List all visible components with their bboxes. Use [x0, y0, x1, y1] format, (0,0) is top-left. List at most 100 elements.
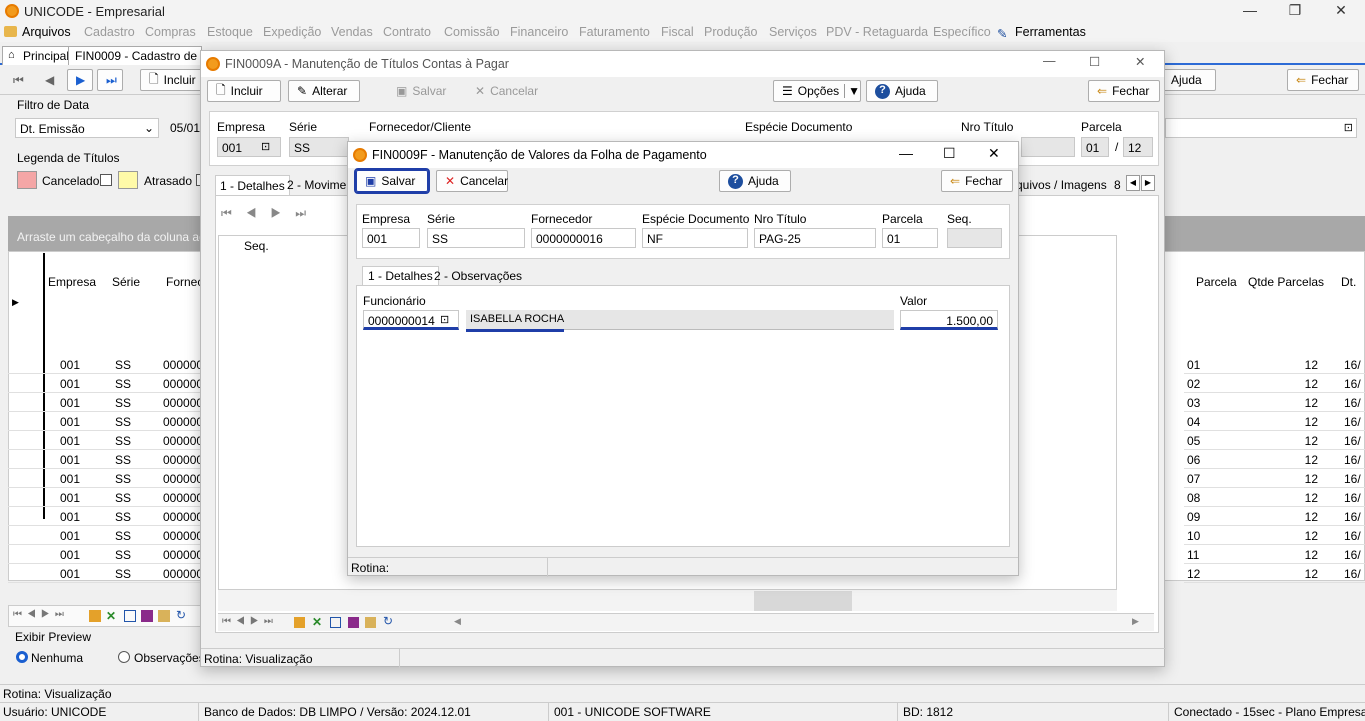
fin0009a-tab-detalhes[interactable]: 1 - Detalhes: [215, 175, 290, 196]
fin0009a-tab-movimento[interactable]: 2 - Moviment: [287, 178, 356, 192]
menu-fiscal[interactable]: Fiscal: [661, 25, 694, 39]
table-row[interactable]: 001 SS 000000: [8, 507, 203, 526]
fin0009f-ajuda-button[interactable]: ? Ajuda: [719, 170, 791, 192]
tab-fin0009[interactable]: FIN0009 - Cadastro de Co: [68, 46, 202, 65]
minimize-button[interactable]: —: [1235, 2, 1265, 18]
fin0009a-salvar-button[interactable]: ▣ Salvar: [388, 80, 454, 102]
menu-compras[interactable]: Compras: [145, 25, 196, 39]
menu-pdv[interactable]: PDV - Retaguarda: [826, 25, 928, 39]
fin0009a-parcela-field[interactable]: 01: [1081, 137, 1109, 157]
fin0009a-hscroll-thumb[interactable]: [754, 591, 852, 611]
fin0009a-nro-field[interactable]: [1021, 137, 1075, 157]
table-row[interactable]: 001 SS 000000: [8, 450, 203, 469]
menu-producao[interactable]: Produção: [704, 25, 758, 39]
save-grid-icon[interactable]: [348, 617, 359, 628]
fin0009f-seq-field[interactable]: [947, 228, 1002, 248]
folder-open-icon[interactable]: [158, 610, 170, 622]
fin0009f-fornecedor-field[interactable]: 0000000016: [531, 228, 636, 248]
col-fornecedor[interactable]: Fornec: [166, 275, 203, 289]
table-row[interactable]: 001 SS 000000: [8, 393, 203, 412]
cancelado-checkbox[interactable]: [100, 174, 112, 186]
table-row[interactable]: 04 12 16/: [1184, 412, 1365, 431]
table-row[interactable]: 001 SS 000000: [8, 355, 203, 374]
menu-servicos[interactable]: Serviços: [769, 25, 817, 39]
scroll-left-icon[interactable]: ◀: [454, 616, 461, 627]
folder-open-icon[interactable]: [365, 617, 376, 628]
table-row[interactable]: 05 12 16/: [1184, 431, 1365, 450]
menu-contrato[interactable]: Contrato: [383, 25, 431, 39]
filter-icon[interactable]: [294, 617, 305, 628]
table-row[interactable]: 10 12 16/: [1184, 526, 1365, 545]
fin0009f-nro-field[interactable]: PAG-25: [754, 228, 876, 248]
menu-vendas[interactable]: Vendas: [331, 25, 373, 39]
table-row[interactable]: 001 SS 000000: [8, 374, 203, 393]
fin0009f-close[interactable]: ✕: [988, 145, 1008, 162]
fin0009f-maximize[interactable]: ☐: [943, 145, 963, 162]
refresh-icon[interactable]: ↻: [176, 608, 186, 622]
fin0009f-serie-field[interactable]: SS: [427, 228, 525, 248]
first-record-button[interactable]: ⏮: [7, 69, 33, 91]
fin0009a-parcela-total[interactable]: 12: [1123, 137, 1153, 157]
bg-ajuda-button[interactable]: Ajuda: [1162, 69, 1216, 91]
menu-arquivos[interactable]: Arquivos: [22, 25, 71, 39]
tab-scroll-right[interactable]: ▶: [1141, 175, 1155, 191]
save-grid-icon[interactable]: [141, 610, 153, 622]
table-row[interactable]: 11 12 16/: [1184, 545, 1365, 564]
table-row[interactable]: 09 12 16/: [1184, 507, 1365, 526]
prev-record-button[interactable]: ◀: [37, 69, 63, 91]
fin0009f-empresa-field[interactable]: 001: [362, 228, 420, 248]
excel-icon[interactable]: ✕: [312, 615, 322, 629]
menu-comissao[interactable]: Comissão: [444, 25, 500, 39]
next-record-button[interactable]: ▶: [67, 69, 93, 91]
table-row[interactable]: 06 12 16/: [1184, 450, 1365, 469]
fin0009a-ajuda-button[interactable]: ? Ajuda: [866, 80, 938, 102]
scroll-right-icon[interactable]: ▶: [1132, 616, 1139, 627]
maximize-button[interactable]: ❐: [1280, 2, 1310, 19]
table-row[interactable]: 001 SS 000000: [8, 412, 203, 431]
menu-cadastro[interactable]: Cadastro: [84, 25, 135, 39]
fin0009a-cancelar-button[interactable]: ✕ Cancelar: [467, 80, 538, 102]
nav-buttons[interactable]: ⏮◀▶⏭: [222, 616, 278, 627]
fin0009a-serie-field[interactable]: SS: [289, 137, 349, 157]
col-empresa[interactable]: Empresa: [48, 275, 96, 289]
menu-financeiro[interactable]: Financeiro: [510, 25, 568, 39]
fin0009f-minimize[interactable]: —: [899, 145, 919, 161]
bg-fechar-button[interactable]: ⇐ Fechar: [1287, 69, 1359, 91]
fin0009a-record-nav[interactable]: ⏮◀▶⏭: [221, 206, 320, 221]
refresh-icon[interactable]: ↻: [383, 614, 393, 628]
fin0009f-tab-observacoes[interactable]: 2 - Observações: [434, 269, 522, 283]
copy-icon[interactable]: [330, 617, 341, 628]
menu-especifico[interactable]: Específico: [933, 25, 991, 39]
fin0009a-hscroll[interactable]: [218, 589, 1117, 611]
table-row[interactable]: 08 12 16/: [1184, 488, 1365, 507]
col-dt[interactable]: Dt.: [1341, 275, 1356, 289]
fin0009a-minimize[interactable]: —: [1043, 54, 1063, 68]
fin0009f-cancelar-button[interactable]: ✕ Cancelar: [436, 170, 508, 192]
col-serie[interactable]: Série: [112, 275, 140, 289]
fin0009a-seq-col[interactable]: Seq.: [244, 239, 269, 253]
col-parcela[interactable]: Parcela: [1196, 275, 1237, 289]
table-row[interactable]: 001 SS 000000: [8, 545, 203, 564]
fin0009a-opcoes-button[interactable]: ☰ Opções ▼: [773, 80, 861, 102]
fin0009a-empresa-field[interactable]: 001 ⊡: [217, 137, 281, 157]
table-row[interactable]: 02 12 16/: [1184, 374, 1365, 393]
fin0009a-maximize[interactable]: ☐: [1089, 54, 1109, 69]
fin0009f-fechar-button[interactable]: ⇐ Fechar: [941, 170, 1013, 192]
close-button[interactable]: ✕: [1326, 2, 1356, 19]
bg-search-field[interactable]: ⊡: [1165, 118, 1357, 138]
menu-expedicao[interactable]: Expedição: [263, 25, 321, 39]
nenhuma-radio[interactable]: [16, 651, 28, 663]
table-row[interactable]: 001 SS 000000: [8, 488, 203, 507]
fin0009a-tab-arquivos[interactable]: quivos / Imagens: [1016, 178, 1107, 192]
valor-field[interactable]: 1.500,00: [900, 310, 998, 330]
table-row[interactable]: 03 12 16/: [1184, 393, 1365, 412]
tab-scroll-left[interactable]: ◀: [1126, 175, 1140, 191]
observacoes-radio[interactable]: [118, 651, 130, 663]
fin0009a-alterar-button[interactable]: ✎ Alterar: [288, 80, 360, 102]
tab-principal[interactable]: ⌂ Principal: [2, 46, 77, 65]
col-qtde-parcelas[interactable]: Qtde Parcelas: [1248, 275, 1324, 289]
table-row[interactable]: 001 SS 000000: [8, 526, 203, 545]
filtro-select[interactable]: Dt. Emissão ⌄: [15, 118, 159, 138]
nav-buttons[interactable]: ⏮◀▶⏭: [13, 609, 69, 620]
menu-estoque[interactable]: Estoque: [207, 25, 253, 39]
